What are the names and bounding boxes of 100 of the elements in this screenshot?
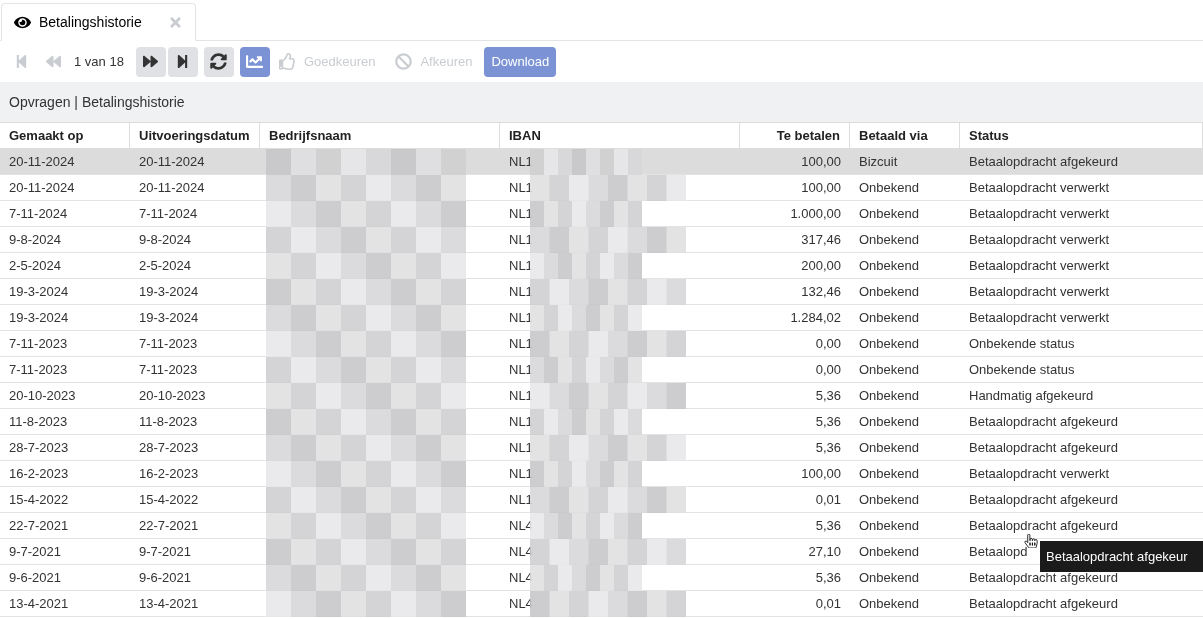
table-cell-text: 100,00 xyxy=(801,464,841,483)
table-cell-text: Onbekend xyxy=(859,204,919,223)
table-cell-text: 100,00 xyxy=(801,152,841,171)
table-cell-text: Onbekend xyxy=(859,178,919,197)
chart-button[interactable] xyxy=(239,46,270,77)
table-cell-text: Onbekend xyxy=(859,568,919,587)
table-cell-text: NL1 xyxy=(509,152,530,171)
table-cell-text: 20-11-2024 xyxy=(9,152,75,171)
table-row[interactable]: 19-3-2024 19-3-2024 NL1 132,46 Onbekend Betaalopdracht verwerkt xyxy=(0,279,1203,305)
table-cell-text: NL1 xyxy=(509,204,530,223)
table-cell-text: 19-3-2024 xyxy=(9,308,69,327)
table-row[interactable]: 9-6-2021 9-6-2021 NL4 5,36 Onbekend Betaalopdracht afgekeurd xyxy=(0,565,1203,591)
table-cell-text: 19-3-2024 xyxy=(139,308,199,327)
table-cell-text: Onbekend xyxy=(859,256,919,275)
table-cell-text: Onbekend xyxy=(859,464,919,483)
column-header[interactable]: Betaald via xyxy=(850,123,960,148)
table-row[interactable]: 2-5-2024 2-5-2024 NL1 200,00 Onbekend Betaalopdracht verwerkt xyxy=(0,253,1203,279)
fast-forward-icon xyxy=(143,54,159,69)
column-header[interactable]: Status xyxy=(960,123,1203,148)
table-cell-text: 5,36 xyxy=(815,386,841,405)
table-cell-text: 0,00 xyxy=(815,360,841,379)
close-icon[interactable] xyxy=(168,14,183,30)
table-cell-text: 5,36 xyxy=(815,412,841,431)
table-cell-text: NL1 xyxy=(509,490,530,509)
table-cell-text: Betaalopdracht afgekeurd xyxy=(969,412,1118,431)
table-cell-text: Betaalopdracht verwerkt xyxy=(969,204,1110,223)
table-cell-text: 1.284,02 xyxy=(790,308,841,327)
table-cell-text: 11-8-2023 xyxy=(9,412,68,431)
table-cell-text: Onbekend xyxy=(859,360,919,379)
table-row[interactable]: 7-11-2023 7-11-2023 NL1 0,00 Onbekend Onbekende status xyxy=(0,331,1203,357)
table-row[interactable]: 16-2-2023 16-2-2023 NL1 100,00 Onbekend Betaalopdracht verwerkt xyxy=(0,461,1203,487)
table-cell-text: 0,00 xyxy=(815,334,841,353)
table-cell-text: Onbekend xyxy=(859,412,919,431)
refresh-icon xyxy=(210,53,228,70)
table-cell-text: 100,00 xyxy=(801,178,841,197)
table-cell-text: NL1 xyxy=(509,230,530,249)
table-cell-text: Onbekende status xyxy=(969,360,1075,379)
table-row[interactable]: 28-7-2023 28-7-2023 NL1 5,36 Onbekend Betaalopdracht afgekeurd xyxy=(0,435,1203,461)
table-row[interactable]: 20-10-2023 20-10-2023 NL1 5,36 Onbekend Handmatig afgekeurd xyxy=(0,383,1203,409)
breadcrumb: Opvragen | Betalingshistorie xyxy=(9,92,185,112)
last-page-button[interactable] xyxy=(167,46,198,77)
table-cell-text: 2-5-2024 xyxy=(139,256,192,275)
table-cell-text: 7-11-2023 xyxy=(139,334,198,353)
table-cell-text: 20-11-2024 xyxy=(9,178,75,197)
table-cell-text: 27,10 xyxy=(808,542,841,561)
column-header[interactable]: Te betalen xyxy=(740,123,850,148)
column-header[interactable]: Gemaakt op xyxy=(0,123,130,148)
table-cell-text: NL1 xyxy=(509,256,530,275)
table-cell-text: 11-8-2023 xyxy=(139,412,198,431)
table-row[interactable]: 11-8-2023 11-8-2023 NL1 5,36 Onbekend Betaalopdracht afgekeurd xyxy=(0,409,1203,435)
table-cell-text: Betaalopdracht verwerkt xyxy=(969,178,1110,197)
table-row[interactable]: 20-11-2024 20-11-2024 NL1 100,00 Bizcuit Betaalopdracht afgekeurd xyxy=(0,149,1203,175)
table-cell-text: 9-7-2021 xyxy=(139,542,192,561)
table-cell-text: 9-6-2021 xyxy=(139,568,192,587)
refresh-button[interactable] xyxy=(203,46,234,77)
tab[interactable]: Betalingshistorie xyxy=(1,3,196,41)
table-cell-text: Bizcuit xyxy=(859,152,898,171)
table-cell-text: Onbekend xyxy=(859,490,919,509)
table-cell-text: 5,36 xyxy=(815,568,841,587)
table-row[interactable]: 7-11-2024 7-11-2024 NL1 1.000,00 Onbekend Betaalopdracht verwerkt xyxy=(0,201,1203,227)
table-row[interactable]: 15-4-2022 15-4-2022 NL1 0,01 Onbekend Betaalopdracht afgekeurd xyxy=(0,487,1203,513)
column-header[interactable]: Uitvoeringsdatum xyxy=(130,123,260,148)
table-row[interactable]: 9-8-2024 9-8-2024 NL1 317,46 Onbekend Betaalopdracht verwerkt xyxy=(0,227,1203,253)
table-cell-text: Betaalopdracht afgekeurd xyxy=(969,438,1118,457)
table-row[interactable]: 7-11-2023 7-11-2023 NL1 0,00 Onbekend Onbekende status xyxy=(0,357,1203,383)
table-cell-text: 22-7-2021 xyxy=(9,516,69,535)
table-cell-text: NL1 xyxy=(509,360,530,379)
table-row[interactable]: 13-4-2021 13-4-2021 NL4 0,01 Onbekend Betaalopdracht afgekeurd xyxy=(0,591,1203,617)
table-cell-text: 20-11-2024 xyxy=(139,178,205,197)
table-cell-text: 20-10-2023 xyxy=(9,386,76,405)
table-cell-text: Onbekend xyxy=(859,308,919,327)
table-cell-text: Onbekende status xyxy=(969,334,1075,353)
ban-icon xyxy=(395,53,413,70)
table-cell-text: 9-6-2021 xyxy=(9,568,62,587)
column-header[interactable]: Bedrijfsnaam xyxy=(260,123,500,148)
table-cell-text: 19-3-2024 xyxy=(9,282,69,301)
table-cell-text: NL1 xyxy=(509,282,530,301)
table-row[interactable]: 19-3-2024 19-3-2024 NL1 1.284,02 Onbekend Betaalopdracht verwerkt xyxy=(0,305,1203,331)
thumbs-up-icon xyxy=(278,53,296,70)
column-header[interactable]: IBAN xyxy=(500,123,740,148)
table-cell-text: Betaalopdracht afgekeurd xyxy=(969,594,1118,613)
table-cell-text: 7-11-2024 xyxy=(139,204,198,223)
table-cell-text: 317,46 xyxy=(801,230,841,249)
table-cell-text: 1.000,00 xyxy=(790,204,841,223)
table-row[interactable]: 20-11-2024 20-11-2024 NL1 100,00 Onbekend Betaalopdracht verwerkt xyxy=(0,175,1203,201)
table-cell-text: 16-2-2023 xyxy=(139,464,199,483)
next-page-button[interactable] xyxy=(135,46,166,77)
table-cell-text: 13-4-2021 xyxy=(9,594,69,613)
table-cell-text: 7-11-2023 xyxy=(9,360,68,379)
table-row[interactable]: 22-7-2021 22-7-2021 NL4 5,36 Onbekend Betaalopdracht afgekeurd xyxy=(0,513,1203,539)
table-cell-text: Betaalopdracht afgekeurd xyxy=(969,152,1118,171)
table-cell-text: 0,01 xyxy=(815,490,841,509)
rewind-icon xyxy=(45,54,61,69)
table-cell-text: 9-8-2024 xyxy=(9,230,62,249)
page-indicator: 1 van 18 xyxy=(74,53,124,69)
table-cell-text: 13-4-2021 xyxy=(139,594,199,613)
table-cell-text: 20-11-2024 xyxy=(139,152,205,171)
table-cell-text: Onbekend xyxy=(859,282,919,301)
table-cell-text: 7-11-2024 xyxy=(9,204,68,223)
table-cell-text: 132,46 xyxy=(801,282,841,301)
